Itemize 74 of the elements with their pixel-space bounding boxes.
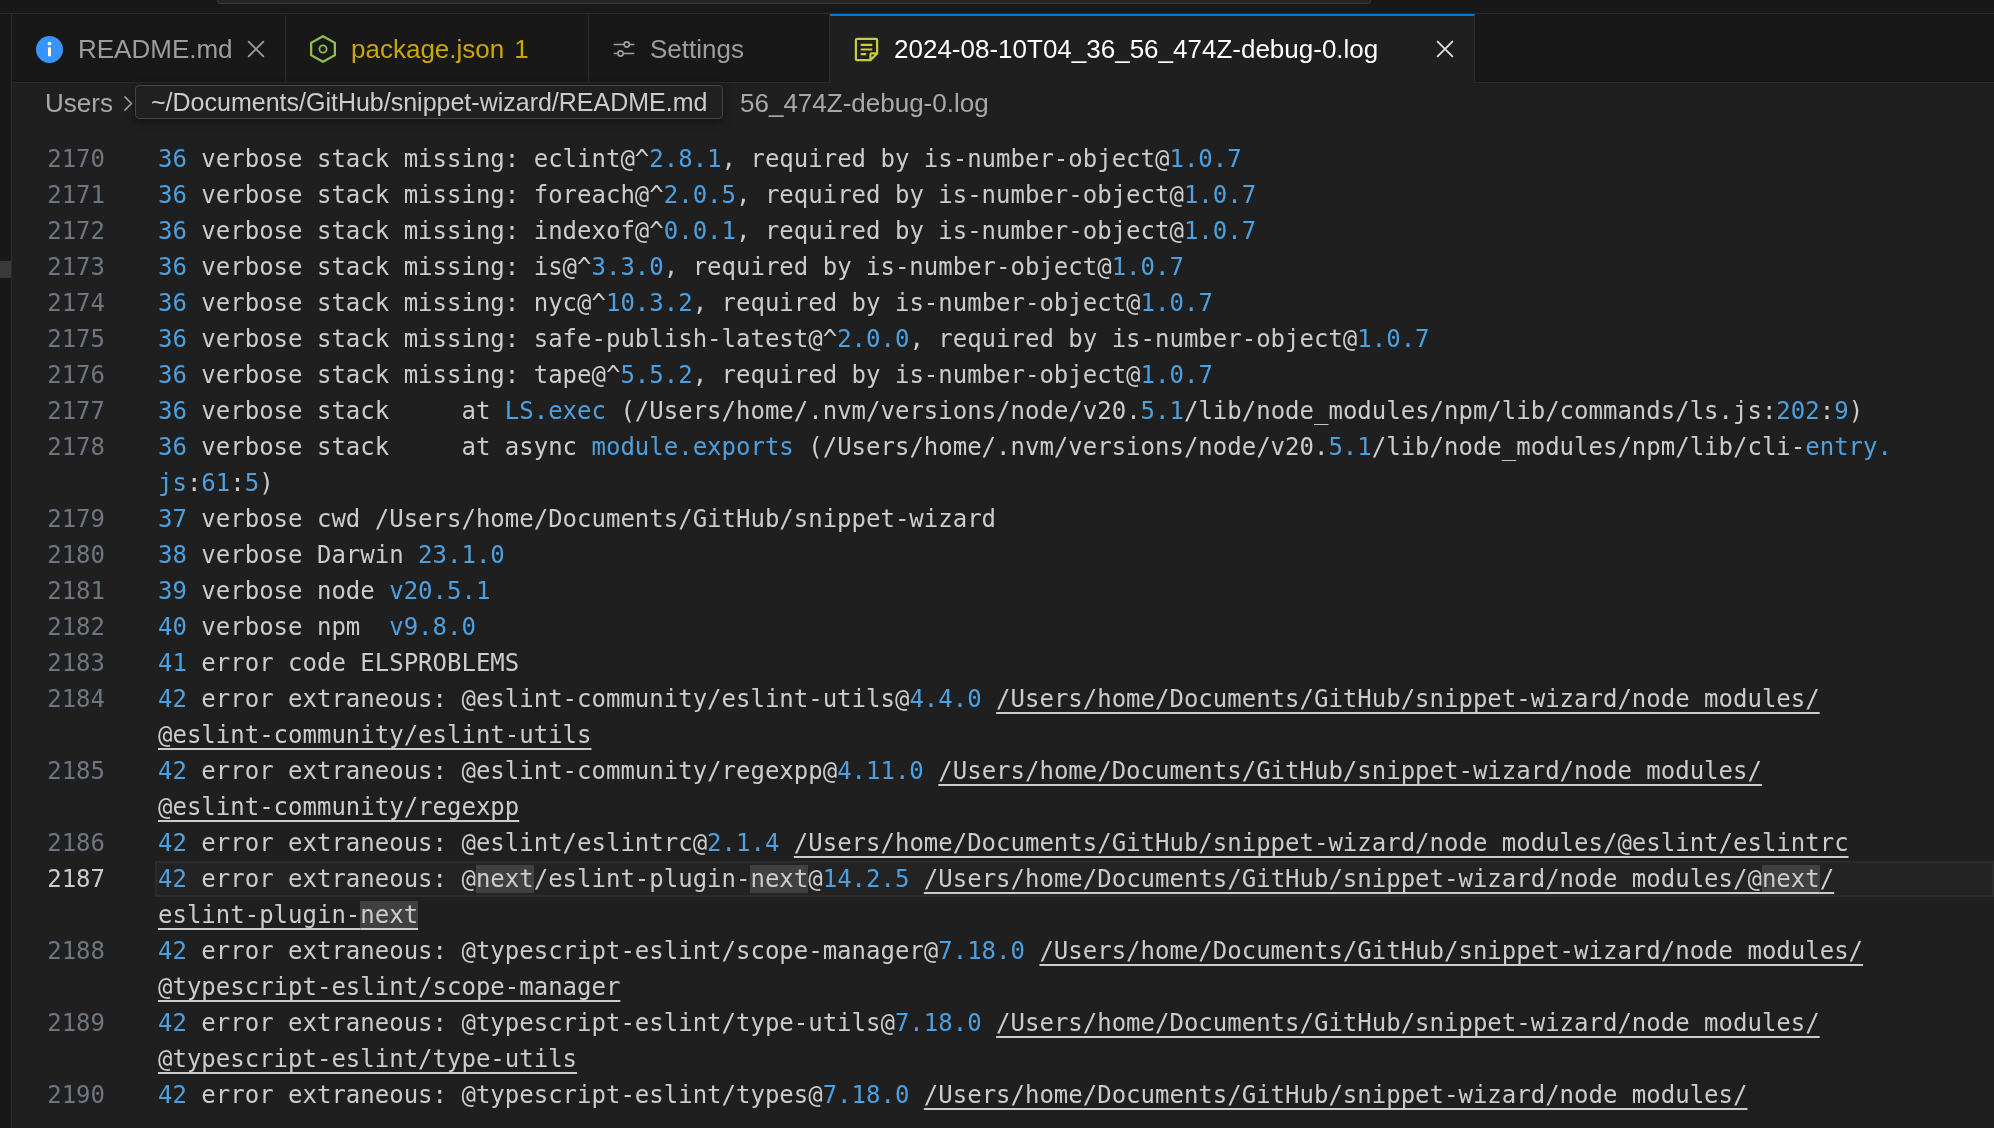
word-highlight: next xyxy=(750,865,809,893)
line-number: 2183 xyxy=(46,648,105,679)
file-link[interactable]: /Users/home/Documents/GitHub/snippet-wizard/node_modules/@eslint/eslintrc xyxy=(793,829,1849,857)
log-line: 42 error extraneous: @eslint-community/eslint-utils@4.4.0 /Users/home/Documents/GitHub/snippet-wizard/node_modules/ xyxy=(158,684,1820,715)
line-number: 2189 xyxy=(46,1008,105,1039)
line-number: 2181 xyxy=(46,576,105,607)
log-line: 42 error extraneous: @eslint-community/regexpp@4.11.0 /Users/home/Documents/GitHub/snippet-wizard/node_modules/ xyxy=(158,756,1762,787)
file-link[interactable]: /Users/home/Documents/GitHub/snippet-wizard/node_modules/ xyxy=(923,1081,1748,1109)
log-line: 42 error extraneous: @typescript-eslint/types@7.18.0 /Users/home/Documents/GitHub/snippet-wizard/node_modules/ xyxy=(158,1080,1748,1111)
file-link[interactable]: @typescript-eslint/scope-manager xyxy=(158,973,621,1001)
sash-handle[interactable] xyxy=(0,261,11,278)
line-number: 2187 xyxy=(46,864,105,895)
line-number: 2185 xyxy=(46,756,105,787)
breadcrumb-item[interactable]: Users xyxy=(45,88,113,119)
editor-tab[interactable]: Settings xyxy=(589,14,830,83)
line-number: 2184 xyxy=(46,684,105,715)
line-number: 2174 xyxy=(46,288,105,319)
log-line: 36 verbose stack missing: foreach@^2.0.5, required by is-number-object@1.0.7 xyxy=(158,180,1257,211)
line-number: 2182 xyxy=(46,612,105,643)
word-highlight: next xyxy=(360,901,419,929)
line-number: 2171 xyxy=(46,180,105,211)
line-number: 2179 xyxy=(46,504,105,535)
chevron-right-icon xyxy=(122,95,133,112)
word-highlight: next xyxy=(1761,865,1820,893)
breadcrumb-item[interactable]: 56_474Z-debug-0.log xyxy=(740,88,989,119)
file-link[interactable]: /Users/home/Documents/GitHub/snippet-wizard/node_modules/@next/ xyxy=(923,865,1835,893)
note-icon xyxy=(854,36,879,62)
log-line: 36 verbose stack missing: is@^3.3.0, required by is-number-object@1.0.7 xyxy=(158,252,1184,283)
editor-tab[interactable]: package.json 1 xyxy=(286,14,589,83)
word-highlight: next xyxy=(475,865,534,893)
log-line: 42 error extraneous: @typescript-eslint/scope-manager@7.18.0 /Users/home/Documents/GitHub/snippet-wizard/node_modules/ xyxy=(158,936,1864,967)
log-line: 39 verbose node v20.5.1 xyxy=(158,576,491,607)
line-number: 2170 xyxy=(46,144,105,175)
info-icon xyxy=(36,35,63,63)
file-link[interactable]: /Users/home/Documents/GitHub/snippet-wizard/node_modules/ xyxy=(996,1009,1820,1037)
log-line: 36 verbose stack at async module.exports (/Users/home/.nvm/versions/node/v20.5.1/lib/node_modules/npm/lib/cli-entry. xyxy=(158,432,1892,463)
line-number: 2180 xyxy=(46,540,105,571)
line-number: 2172 xyxy=(46,216,105,247)
problem-count: 1 xyxy=(514,33,529,65)
file-link[interactable]: /Users/home/Documents/GitHub/snippet-wizard/node_modules/ xyxy=(996,685,1820,713)
line-number: 2190 xyxy=(46,1080,105,1111)
log-line: 36 verbose stack missing: nyc@^10.3.2, required by is-number-object@1.0.7 xyxy=(158,288,1213,319)
line-number: 2173 xyxy=(46,252,105,283)
editor-tab[interactable]: README.md xyxy=(12,14,286,83)
log-line: 36 verbose stack missing: tape@^5.5.2, required by is-number-object@1.0.7 xyxy=(158,360,1213,391)
line-number: 2176 xyxy=(46,360,105,391)
log-line: 36 verbose stack missing: safe-publish-latest@^2.0.0, required by is-number-object@1.0.7 xyxy=(158,324,1430,355)
tooltip: ~/Documents/GitHub/snippet-wizard/README.md xyxy=(135,85,724,119)
log-line: 36 verbose stack missing: indexof@^0.0.1, required by is-number-object@1.0.7 xyxy=(158,216,1257,247)
log-line: 37 verbose cwd /Users/home/Documents/GitHub/snippet-wizard xyxy=(158,504,997,535)
log-line: js:61:5) xyxy=(158,468,274,499)
file-link[interactable]: /Users/home/Documents/GitHub/snippet-wizard/node_modules/ xyxy=(1039,937,1864,965)
close-icon[interactable] xyxy=(247,40,265,58)
line-number: 2175 xyxy=(46,324,105,355)
file-link[interactable]: @eslint-community/regexpp xyxy=(158,793,520,821)
log-line: 42 error extraneous: @typescript-eslint/type-utils@7.18.0 /Users/home/Documents/GitHub/snippet-wizard/node_modules/ xyxy=(158,1008,1820,1039)
file-link[interactable]: eslint-plugin-next xyxy=(158,901,419,929)
log-line: 42 error extraneous: @eslint/eslintrc@2.1.4 /Users/home/Documents/GitHub/snippet-wizard/node_modules/@eslint/eslintrc xyxy=(158,828,1849,859)
log-line: 36 verbose stack missing: eclint@^2.8.1, required by is-number-object@1.0.7 xyxy=(158,144,1242,175)
log-line: 42 error extraneous: @next/eslint-plugin-next@14.2.5 /Users/home/Documents/GitHub/snippet-wizard/node_modules/@next/ xyxy=(158,864,1835,895)
editor-tab[interactable]: 2024-08-10T04_36_56_474Z-debug-0.log xyxy=(830,14,1475,83)
file-link[interactable]: /Users/home/Documents/GitHub/snippet-wizard/node_modules/ xyxy=(938,757,1762,785)
line-number: 2177 xyxy=(46,396,105,427)
hexagon-icon xyxy=(310,35,336,63)
line-number: 2188 xyxy=(46,936,105,967)
log-line: 40 verbose npm v9.8.0 xyxy=(158,612,476,643)
line-number: 2186 xyxy=(46,828,105,859)
sliders-icon xyxy=(613,39,635,59)
log-line: 41 error code ELSPROBLEMS xyxy=(158,648,520,679)
line-number: 2178 xyxy=(46,432,105,463)
log-line: 38 verbose Darwin 23.1.0 xyxy=(158,540,505,571)
file-link[interactable]: @eslint-community/eslint-utils xyxy=(158,721,592,749)
log-line: 36 verbose stack at LS.exec (/Users/home/.nvm/versions/node/v20.5.1/lib/node_modules/npm/lib/commands/ls.js:202:9) xyxy=(158,396,1864,427)
file-link[interactable]: @typescript-eslint/type-utils xyxy=(158,1045,578,1073)
